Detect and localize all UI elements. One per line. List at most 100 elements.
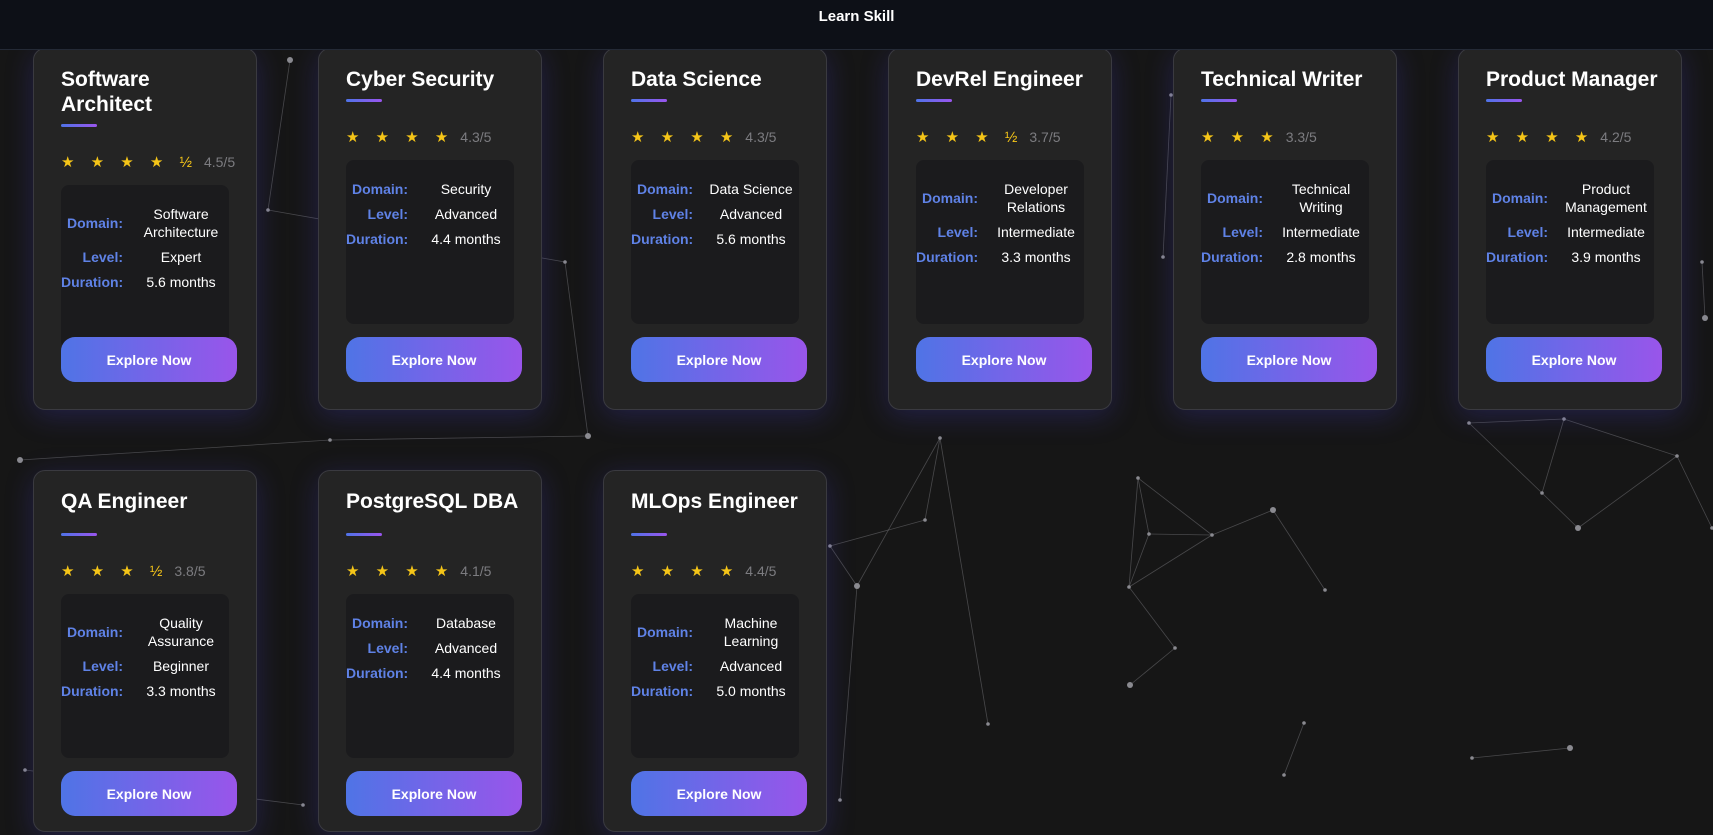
duration-label: Duration: (346, 665, 409, 681)
course-card: PostgreSQL DBA ★ ★ ★ ★ 4.1/5 Domain: Data… (318, 470, 542, 832)
domain-value: Database (436, 615, 496, 631)
level-label: Level: (652, 206, 693, 222)
duration-value: 5.6 months (716, 231, 786, 247)
domain-label: Domain: (352, 181, 408, 197)
duration-value: 3.3 months (146, 683, 216, 699)
domain-value: Developer Relations (1004, 181, 1068, 215)
domain-value: Product Management (1565, 181, 1647, 215)
course-details: Domain: Database Level: Advanced Duration:… (346, 594, 514, 758)
duration-label: Duration: (346, 231, 409, 247)
duration-label: Duration: (631, 231, 694, 247)
course-card: QA Engineer ★ ★ ★ ½ 3.8/5 Domain: Quality… (33, 470, 257, 832)
title-underline (1201, 99, 1237, 102)
rating-score: 4.1/5 (460, 563, 492, 579)
level-label: Level: (82, 658, 123, 674)
course-title: Technical Writer (1201, 68, 1363, 91)
star-icons: ★ ★ ★ ★ (631, 129, 740, 146)
level-label: Level: (367, 206, 408, 222)
explore-now-button[interactable]: Explore Now (631, 337, 807, 382)
rating: ★ ★ ★ ★ 4.1/5 (346, 561, 491, 581)
level-value: Intermediate (1567, 224, 1645, 240)
rating-score: 4.4/5 (745, 563, 777, 579)
domain-label: Domain: (352, 615, 408, 631)
title-underline (916, 99, 952, 102)
page-title: Learn Skill (818, 8, 895, 25)
star-icons: ★ ★ ★ ★ (631, 563, 740, 580)
domain-label: Domain: (922, 190, 978, 206)
title-underline (346, 99, 382, 102)
duration-label: Duration: (631, 683, 694, 699)
top-bar: Learn Skill (0, 0, 1713, 50)
course-title: Product Manager (1486, 68, 1658, 91)
duration-label: Duration: (61, 683, 124, 699)
title-underline (631, 533, 667, 536)
domain-label: Domain: (1207, 190, 1263, 206)
level-value: Advanced (719, 658, 783, 674)
domain-value: Quality Assurance (147, 615, 215, 649)
explore-now-button[interactable]: Explore Now (631, 771, 807, 816)
domain-label: Domain: (67, 215, 123, 231)
course-details: Domain: Product Management Level: Intermed… (1486, 160, 1654, 324)
duration-value: 3.9 months (1571, 249, 1641, 265)
course-details: Domain: Security Level: Advanced Duration:… (346, 160, 514, 324)
course-grid: Software Architect ★ ★ ★ ★ ½ 4.5/5 Domai… (0, 0, 1713, 835)
rating: ★ ★ ★ ★ 4.2/5 (1486, 127, 1631, 147)
course-title: Data Science (631, 68, 762, 91)
duration-value: 2.8 months (1286, 249, 1356, 265)
level-value: Beginner (152, 658, 210, 674)
course-title: MLOps Engineer (631, 490, 798, 513)
explore-now-button[interactable]: Explore Now (346, 771, 522, 816)
course-card: Software Architect ★ ★ ★ ★ ½ 4.5/5 Domai… (33, 48, 257, 410)
level-value: Expert (160, 249, 202, 265)
domain-value: Machine Learning (723, 615, 779, 649)
course-title: PostgreSQL DBA (346, 490, 519, 513)
rating: ★ ★ ★ ★ 4.4/5 (631, 561, 776, 581)
rating: ★ ★ ★ ★ 4.3/5 (346, 127, 491, 147)
level-label: Level: (1222, 224, 1263, 240)
course-title: Software Architect (61, 68, 153, 116)
level-value: Advanced (719, 206, 783, 222)
domain-label: Domain: (67, 624, 123, 640)
explore-now-button[interactable]: Explore Now (61, 337, 237, 382)
rating-score: 3.8/5 (174, 563, 206, 579)
duration-label: Duration: (1201, 249, 1264, 265)
explore-now-button[interactable]: Explore Now (61, 771, 237, 816)
domain-label: Domain: (1492, 190, 1548, 206)
domain-value: Data Science (709, 181, 793, 197)
level-label: Level: (82, 249, 123, 265)
course-card: Product Manager ★ ★ ★ ★ 4.2/5 Domain: Pro… (1458, 48, 1682, 410)
domain-label: Domain: (637, 624, 693, 640)
star-icons: ★ ★ ★ ★ (346, 129, 455, 146)
course-details: Domain: Technical Writing Level: Intermedi… (1201, 160, 1369, 324)
course-details: Domain: Data Science Level: Advanced Durat… (631, 160, 799, 324)
star-icons: ★ ★ ★ ★ (1486, 129, 1595, 146)
level-value: Advanced (434, 640, 498, 656)
explore-now-button[interactable]: Explore Now (346, 337, 522, 382)
rating-score: 4.2/5 (1600, 129, 1632, 145)
level-label: Level: (1507, 224, 1548, 240)
explore-now-button[interactable]: Explore Now (1201, 337, 1377, 382)
level-label: Level: (652, 658, 693, 674)
course-title: Cyber Security (346, 68, 495, 91)
rating: ★ ★ ★ ★ ½ 4.5/5 (61, 152, 235, 172)
title-underline (631, 99, 667, 102)
domain-label: Domain: (637, 181, 693, 197)
rating: ★ ★ ★ 3.3/5 (1201, 127, 1317, 147)
title-underline (346, 533, 382, 536)
star-icons: ★ ★ ★ (1201, 129, 1280, 146)
star-icons: ★ ★ ★ ★ (346, 563, 455, 580)
rating: ★ ★ ★ ★ 4.3/5 (631, 127, 776, 147)
title-underline (61, 533, 97, 536)
explore-now-button[interactable]: Explore Now (1486, 337, 1662, 382)
duration-label: Duration: (1486, 249, 1549, 265)
domain-value: Technical Writing (1291, 181, 1351, 215)
level-value: Intermediate (997, 224, 1075, 240)
course-card: DevRel Engineer ★ ★ ★ ½ 3.7/5 Domain: Dev… (888, 48, 1112, 410)
domain-value: Software Architecture (143, 206, 219, 240)
course-details: Domain: Software Architecture Level: Exper… (61, 185, 229, 349)
explore-now-button[interactable]: Explore Now (916, 337, 1092, 382)
course-card: Data Science ★ ★ ★ ★ 4.3/5 Domain: Data S… (603, 48, 827, 410)
level-value: Intermediate (1282, 224, 1360, 240)
star-icons: ★ ★ ★ ½ (916, 129, 1024, 146)
level-label: Level: (367, 640, 408, 656)
